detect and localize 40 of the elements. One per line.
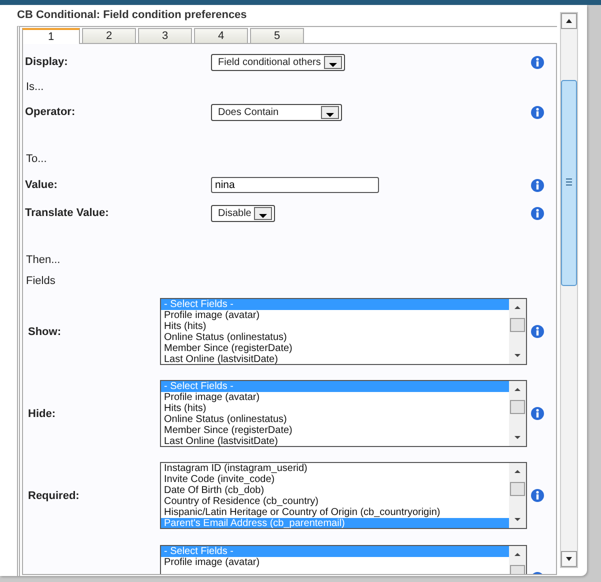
field-label: Required: [27, 490, 80, 502]
tab[interactable]: 4 [194, 28, 248, 43]
list-option[interactable]: Country of Residence (cb_country) [161, 496, 509, 507]
dropdown[interactable]: Does Contain [211, 104, 342, 120]
dropdown[interactable]: Disable [211, 204, 276, 222]
field-label: Operator: [25, 106, 76, 118]
list-option[interactable]: Profile image (avatar) [161, 392, 509, 403]
text-field[interactable]: nina [211, 177, 379, 193]
tab[interactable]: 1 [22, 28, 80, 44]
tab[interactable]: 3 [138, 28, 192, 43]
tab[interactable]: 5 [250, 28, 304, 43]
dropdown[interactable]: Field conditional others [211, 54, 345, 70]
section-heading: To... [25, 153, 47, 165]
field-label: Hide: [27, 408, 56, 420]
dialog-title: CB Conditional: Field condition preferences [17, 8, 248, 23]
list-option[interactable]: Instagram ID (instagram_userid) [161, 463, 509, 474]
list-box[interactable]: - Select Fields - Profile image (avatar) Hits (hits) Online Status (onlinestatus) Member Since (registerDate) Last Online (lastvisitDate) [160, 298, 527, 365]
list-option[interactable]: Hispanic/Latin Heritage or Country of Origin (cb_countryorigin) [161, 507, 509, 518]
field-label: Translate Value: [25, 207, 110, 219]
list-option[interactable]: Invite Code (invite_code) [161, 474, 509, 485]
list-box[interactable]: - Select Fields - Profile image (avatar) [160, 545, 527, 574]
tab[interactable]: 2 [82, 28, 136, 43]
list-option[interactable]: Date Of Birth (cb_dob) [161, 485, 509, 496]
section-heading: Fields [25, 275, 56, 287]
list-option[interactable]: Member Since (registerDate) [161, 343, 509, 354]
field-label: Show: [27, 326, 62, 338]
field-label: Value: [25, 179, 58, 191]
section-heading: Then... [25, 254, 60, 266]
list-option[interactable]: Online Status (onlinestatus) [161, 414, 509, 425]
section-heading: Is... [25, 81, 44, 93]
list-option[interactable]: Profile image (avatar) [161, 310, 509, 321]
list-box[interactable]: - Select Fields - Profile image (avatar) Hits (hits) Online Status (onlinestatus) Member Since (registerDate) Last Online (lastvisitDate) [160, 380, 527, 447]
list-option[interactable]: Online Status (onlinestatus) [161, 332, 509, 343]
list-option[interactable]: Last Online (lastvisitDate) [161, 436, 509, 446]
list-option[interactable]: Member Since (registerDate) [161, 425, 509, 436]
list-option[interactable]: Hits (hits) [161, 403, 509, 414]
field-label: Display: [25, 56, 69, 68]
list-option[interactable]: Profile image (avatar) [161, 557, 509, 568]
list-option[interactable]: Last Online (lastvisitDate) [161, 354, 509, 364]
list-option[interactable]: Hits (hits) [161, 321, 509, 332]
